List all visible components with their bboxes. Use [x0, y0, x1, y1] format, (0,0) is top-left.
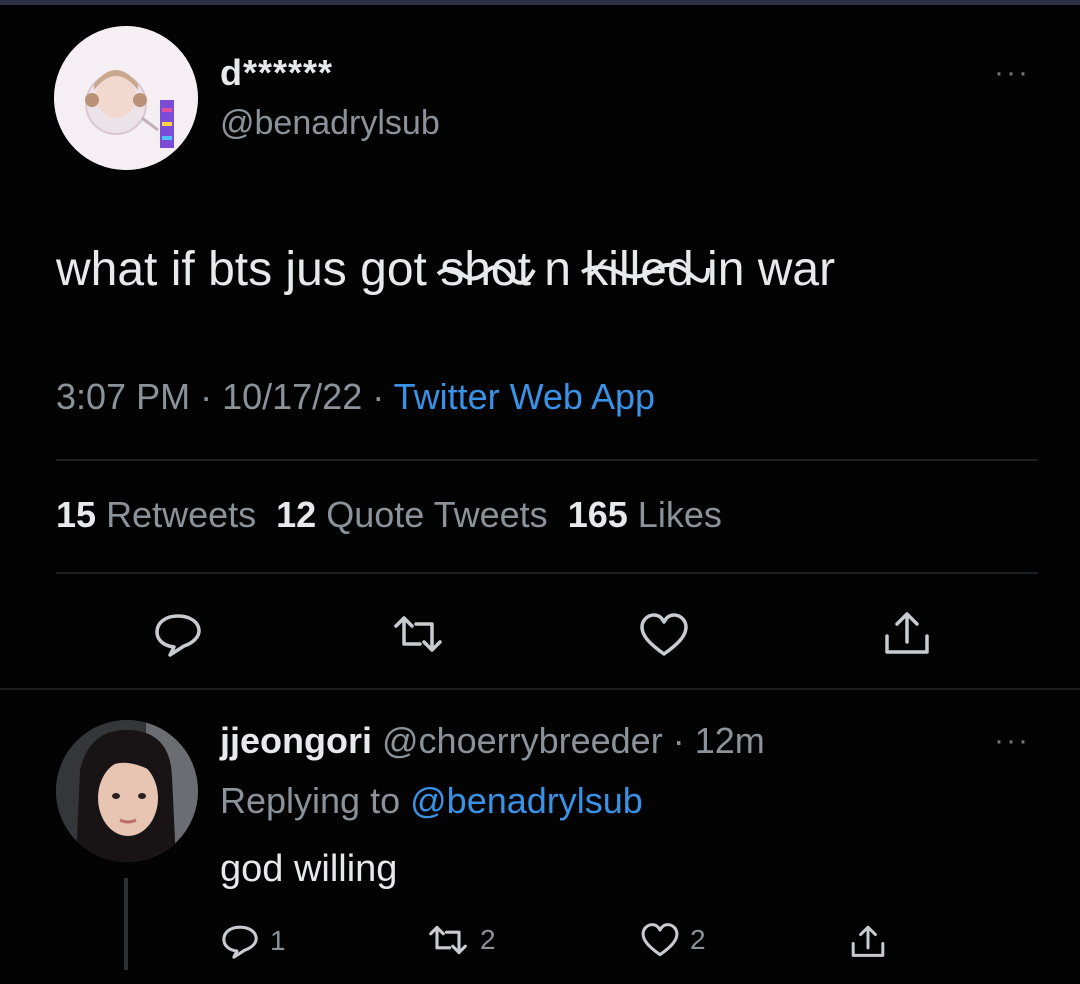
top-border — [0, 0, 1080, 5]
retweets-count: 15 — [56, 494, 97, 535]
quotes-count: 12 — [276, 494, 317, 535]
avatar[interactable] — [54, 26, 198, 170]
tweet-text-part: in war — [693, 243, 836, 296]
reply-share-action[interactable] — [848, 922, 888, 962]
like-icon[interactable] — [638, 612, 690, 663]
likes-label: Likes — [637, 494, 722, 535]
replying-prefix: Replying to — [220, 780, 401, 821]
quotes-label: Quote Tweets — [326, 494, 548, 535]
replying-to: Replying to @benadrylsub — [220, 780, 643, 822]
tweet-date[interactable]: 10/17/22 — [222, 376, 362, 417]
likes-count: 165 — [567, 494, 628, 535]
more-icon[interactable]: ··· — [994, 724, 1030, 758]
thread-line — [124, 878, 128, 970]
divider — [0, 688, 1080, 690]
reply-age[interactable]: 12m — [695, 720, 765, 761]
reply-display-name[interactable]: jjeongori — [220, 720, 372, 761]
retweet-icon — [429, 925, 467, 955]
display-name[interactable]: d****** — [220, 52, 333, 94]
tweet-time[interactable]: 3:07 PM — [56, 376, 190, 417]
reply-icon — [222, 925, 258, 959]
scribbled-word: shot — [436, 242, 536, 297]
retweet-count: 2 — [480, 924, 496, 955]
reply-handle[interactable]: @choerrybreeder — [382, 720, 663, 761]
handle[interactable]: @benadrylsub — [220, 104, 440, 143]
scribble-mark — [436, 264, 536, 285]
reply-reply-action[interactable]: 1 — [220, 922, 286, 960]
tweet-source[interactable]: Twitter Web App — [394, 376, 655, 417]
more-icon[interactable]: ··· — [994, 56, 1030, 90]
reply-like-action[interactable]: 2 — [640, 922, 706, 958]
divider — [56, 572, 1038, 574]
replying-mention[interactable]: @benadrylsub — [410, 780, 643, 821]
retweet-icon[interactable] — [390, 612, 446, 661]
retweets-label: Retweets — [106, 494, 257, 535]
tweet-text-part: n — [530, 243, 585, 296]
tweet-stats: 15 Retweets 12 Quote Tweets 165 Likes — [56, 494, 722, 536]
tweet-text: what if bts jus got shot n killed in war — [56, 242, 835, 297]
scribble-mark — [581, 262, 711, 283]
share-icon[interactable] — [880, 608, 934, 665]
retweets-stat[interactable]: 15 Retweets — [56, 494, 256, 535]
reply-icon[interactable] — [152, 610, 204, 663]
like-count: 2 — [690, 924, 706, 955]
scribbled-word: killed — [581, 242, 711, 297]
reply-count: 1 — [270, 925, 286, 956]
quotes-stat[interactable]: 12 Quote Tweets — [276, 494, 548, 535]
tweet-text-part: what if bts jus got — [56, 243, 441, 296]
reply-header: jjeongori @choerrybreeder · 12m — [220, 720, 765, 761]
tweet-meta: 3:07 PM · 10/17/22 · Twitter Web App — [56, 376, 656, 417]
like-icon — [641, 923, 679, 957]
avatar[interactable] — [56, 720, 198, 862]
likes-stat[interactable]: 165 Likes — [568, 494, 722, 535]
divider — [56, 459, 1038, 461]
reply-retweet-action[interactable]: 2 — [426, 922, 496, 958]
reply-text: god willing — [220, 848, 398, 890]
share-icon — [851, 925, 885, 957]
